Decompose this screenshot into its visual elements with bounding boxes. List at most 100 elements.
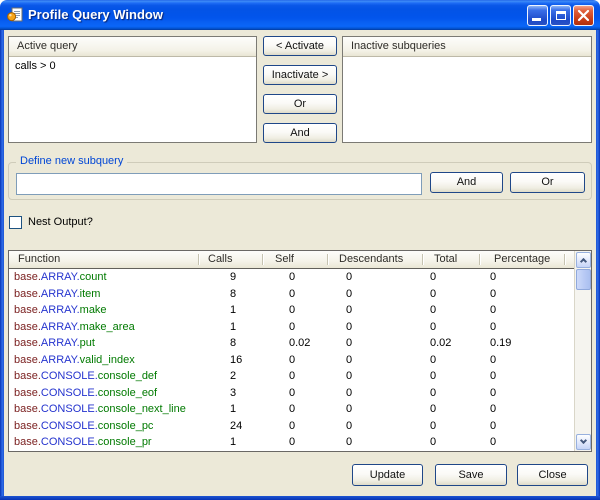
cell-self: 0 (289, 286, 295, 303)
cell-self: 0 (289, 352, 295, 369)
table-header: Function Calls Self Descendants Total Pe… (9, 251, 574, 269)
cell-self: 0 (289, 401, 295, 418)
cell-calls: 2 (230, 368, 236, 385)
scroll-up-button[interactable] (576, 252, 591, 268)
cell-total: 0 (430, 352, 436, 369)
cell-calls: 3 (230, 385, 236, 402)
inactivate-button[interactable]: Inactivate > (263, 65, 337, 85)
function-name: base.ARRAY.put (14, 335, 95, 352)
table-row[interactable]: base.ARRAY.item80000 (9, 286, 574, 303)
subquery-input[interactable] (16, 173, 422, 195)
cell-descendants: 0 (346, 385, 352, 402)
function-name: base.ARRAY.item (14, 286, 100, 303)
close-button[interactable]: Close (517, 464, 588, 486)
cell-total: 0 (430, 401, 436, 418)
table-row[interactable]: base.ARRAY.put80.0200.020.19 (9, 335, 574, 352)
cell-calls: 24 (230, 418, 242, 435)
cell-descendants: 0 (346, 286, 352, 303)
title-bar[interactable]: Profile Query Window (0, 0, 600, 30)
table-row[interactable]: base.ARRAY.make10000 (9, 302, 574, 319)
cell-calls: 8 (230, 286, 236, 303)
cell-self: 0 (289, 434, 295, 451)
active-query-list[interactable]: calls > 0 (9, 57, 256, 141)
column-header-descendants[interactable]: Descendants (339, 251, 403, 269)
table-row[interactable]: base.CONSOLE.console_next_line10000 (9, 401, 574, 418)
cell-percentage: 0 (490, 286, 496, 303)
column-header-percentage[interactable]: Percentage (494, 251, 550, 269)
nest-output-checkbox[interactable] (9, 216, 22, 229)
and-transfer-button[interactable]: And (263, 123, 337, 143)
active-query-panel: Active query calls > 0 (8, 36, 257, 143)
table-row[interactable]: base.CONSOLE.console_pc240000 (9, 418, 574, 435)
header-separator (479, 254, 480, 265)
active-query-item[interactable]: calls > 0 (15, 60, 56, 72)
cell-total: 0.02 (430, 335, 451, 352)
table-row[interactable]: base.CONSOLE.console_eof30000 (9, 385, 574, 402)
cell-descendants: 0 (346, 418, 352, 435)
cell-percentage: 0 (490, 401, 496, 418)
table-row[interactable]: base.ARRAY.valid_index160000 (9, 352, 574, 369)
cell-self: 0 (289, 368, 295, 385)
cell-calls: 1 (230, 434, 236, 451)
table-row[interactable]: base.ARRAY.count90000 (9, 269, 574, 286)
maximize-icon (556, 11, 566, 20)
window-title: Profile Query Window (28, 0, 163, 30)
cell-percentage: 0 (490, 434, 496, 451)
cell-calls: 9 (230, 269, 236, 286)
cell-total: 0 (430, 385, 436, 402)
cell-descendants: 0 (346, 269, 352, 286)
nest-output-label: Nest Output? (28, 216, 93, 229)
function-table: Function Calls Self Descendants Total Pe… (8, 250, 592, 452)
cell-total: 0 (430, 434, 436, 451)
column-header-self[interactable]: Self (275, 251, 294, 269)
cell-descendants: 0 (346, 335, 352, 352)
and-subquery-button[interactable]: And (430, 172, 503, 193)
cell-descendants: 0 (346, 352, 352, 369)
cell-percentage: 0 (490, 418, 496, 435)
function-name: base.ARRAY.valid_index (14, 352, 135, 369)
function-name: base.CONSOLE.console_pc (14, 418, 153, 435)
cell-self: 0 (289, 302, 295, 319)
cell-self: 0 (289, 319, 295, 336)
column-header-calls[interactable]: Calls (208, 251, 232, 269)
inactive-subqueries-list[interactable] (343, 57, 591, 141)
table-rows: base.ARRAY.count90000base.ARRAY.item8000… (9, 269, 574, 451)
cell-descendants: 0 (346, 319, 352, 336)
vertical-scrollbar[interactable] (574, 251, 591, 451)
profile-query-window: Profile Query Window Active query calls … (0, 0, 600, 500)
cell-self: 0 (289, 269, 295, 286)
cell-self: 0.02 (289, 335, 310, 352)
column-header-function[interactable]: Function (18, 251, 60, 269)
activate-button[interactable]: < Activate (263, 36, 337, 56)
chevron-down-icon (580, 437, 587, 444)
inactive-subqueries-panel: Inactive subqueries (342, 36, 592, 143)
function-name: base.ARRAY.count (14, 269, 107, 286)
cell-calls: 1 (230, 401, 236, 418)
scrollbar-thumb[interactable] (576, 269, 591, 290)
scroll-down-button[interactable] (576, 434, 591, 450)
cell-descendants: 0 (346, 368, 352, 385)
update-button[interactable]: Update (352, 464, 423, 486)
cell-percentage: 0 (490, 269, 496, 286)
minimize-icon (532, 18, 541, 21)
or-subquery-button[interactable]: Or (510, 172, 585, 193)
cell-percentage: 0 (490, 319, 496, 336)
close-window-button[interactable] (573, 5, 594, 26)
column-header-total[interactable]: Total (434, 251, 457, 269)
table-row[interactable]: base.CONSOLE.console_def20000 (9, 368, 574, 385)
cell-calls: 16 (230, 352, 242, 369)
window-border-bottom (0, 496, 600, 500)
header-separator (198, 254, 199, 265)
window-border-right (596, 30, 600, 500)
save-button[interactable]: Save (435, 464, 507, 486)
maximize-button[interactable] (550, 5, 571, 26)
header-separator (327, 254, 328, 265)
minimize-button[interactable] (527, 5, 548, 26)
function-name: base.ARRAY.make_area (14, 319, 135, 336)
table-row[interactable]: base.CONSOLE.console_pr10000 (9, 434, 574, 451)
cell-total: 0 (430, 368, 436, 385)
define-subquery-label: Define new subquery (16, 155, 127, 168)
cell-self: 0 (289, 385, 295, 402)
or-transfer-button[interactable]: Or (263, 94, 337, 114)
table-row[interactable]: base.ARRAY.make_area10000 (9, 319, 574, 336)
